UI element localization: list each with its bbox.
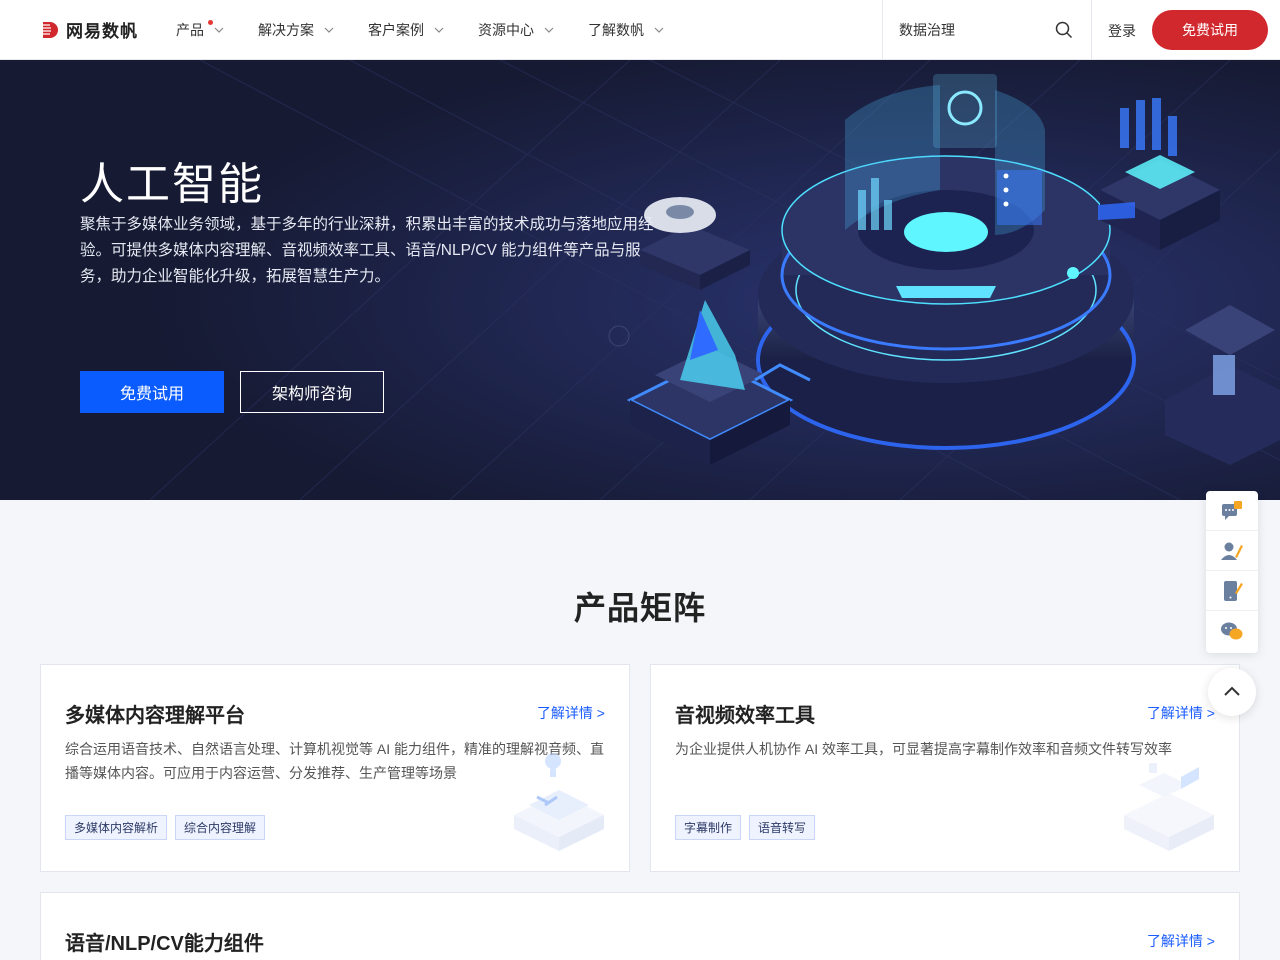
online-chat-button[interactable] (1206, 491, 1258, 531)
floating-toolbar (1206, 491, 1258, 653)
section-title: 产品矩阵 (573, 590, 706, 626)
card-description: 为企业提供人机协作 AI 效率工具，可显著提高字幕制作效率和音频文件转写效率 (675, 737, 1172, 761)
architect-consult-button[interactable]: 架构师咨询 (240, 371, 384, 413)
product-card-multimedia[interactable]: 多媒体内容理解平台 了解详情 > 综合运用语音技术、自然语言处理、计算机视觉等 … (40, 664, 630, 872)
nav-item-solutions[interactable]: 解决方案 (258, 0, 334, 60)
nav-item-label: 解决方案 (258, 21, 314, 38)
chevron-down-icon (214, 27, 224, 33)
chevron-down-icon (654, 27, 664, 33)
nav-item-products[interactable]: 产品 (176, 0, 224, 60)
card-title: 多媒体内容理解平台 (65, 705, 245, 727)
logo-mark-icon (43, 21, 58, 38)
consultant-icon (1221, 542, 1243, 560)
login-link[interactable]: 登录 (1108, 21, 1136, 41)
nav-item-cases[interactable]: 客户案例 (368, 0, 444, 60)
card-details-link[interactable]: 了解详情 > (1147, 931, 1215, 951)
card-tags: 多媒体内容解析 综合内容理解 (65, 815, 273, 840)
notification-dot (208, 19, 213, 25)
chat-icon (1222, 500, 1242, 520)
logo[interactable]: 网易数帆 (40, 17, 160, 42)
search-box[interactable]: 数据治理 (882, 0, 1092, 60)
search-input[interactable]: 数据治理 (899, 20, 1055, 40)
wechat-button[interactable] (1206, 611, 1258, 651)
card-illustration-icon (1124, 763, 1214, 851)
logo-text: 网易数帆 (66, 22, 138, 41)
hero-banner: 人工智能 聚焦于多媒体业务领域，基于多年的行业深耕，积累出丰富的技术成功与落地应… (0, 60, 1280, 500)
card-title: 音视频效率工具 (675, 705, 815, 727)
tag[interactable]: 语音转写 (749, 815, 816, 840)
chevron-down-icon (434, 27, 444, 33)
nav-item-label: 资源中心 (478, 21, 534, 38)
free-trial-button[interactable]: 免费试用 (1152, 10, 1268, 50)
nav-item-label: 了解数帆 (588, 21, 644, 38)
product-card-ai-components[interactable]: 语音/NLP/CV能力组件 了解详情 > (40, 892, 1240, 960)
card-title: 语音/NLP/CV能力组件 (65, 933, 264, 955)
phone-icon (1224, 580, 1243, 601)
phone-contact-button[interactable] (1206, 571, 1258, 611)
card-details-link[interactable]: 了解详情 > (537, 703, 605, 723)
nav-item-label: 客户案例 (368, 21, 424, 38)
consultant-button[interactable] (1206, 531, 1258, 571)
search-icon[interactable] (1055, 21, 1073, 39)
hero-free-trial-button[interactable]: 免费试用 (80, 371, 224, 413)
card-details-link[interactable]: 了解详情 > (1147, 703, 1215, 723)
product-card-av-tools[interactable]: 音视频效率工具 了解详情 > 为企业提供人机协作 AI 效率工具，可显著提高字幕… (650, 664, 1240, 872)
back-to-top-button[interactable] (1208, 668, 1256, 716)
nav-item-label: 产品 (176, 21, 204, 38)
card-tags: 字幕制作 语音转写 (675, 815, 823, 840)
nav-item-about[interactable]: 了解数帆 (588, 0, 664, 60)
nav-item-resources[interactable]: 资源中心 (478, 0, 554, 60)
chevron-down-icon (544, 27, 554, 33)
wechat-icon (1221, 622, 1243, 640)
card-description-line: 为企业提供人机协作 AI 效率工具，可显著提高字幕制作效率和音频文件转写效率 (675, 741, 1173, 757)
hero-title: 人工智能 (80, 160, 264, 209)
chevron-up-icon (1224, 686, 1240, 696)
tag[interactable]: 字幕制作 (675, 815, 742, 840)
chevron-down-icon (324, 27, 334, 33)
card-illustration-icon (514, 753, 604, 851)
tag[interactable]: 多媒体内容解析 (65, 815, 168, 840)
top-navbar: 网易数帆 产品 解决方案 客户案例 资源中心 了解数帆 数据治理 登录 免费试用 (0, 0, 1280, 60)
tag[interactable]: 综合内容理解 (175, 815, 266, 840)
main-nav: 产品 解决方案 客户案例 资源中心 了解数帆 (176, 0, 698, 60)
hero-description: 聚焦于多媒体业务领域，基于多年的行业深耕，积累出丰富的技术成功与落地应用经验。可… (80, 216, 654, 285)
